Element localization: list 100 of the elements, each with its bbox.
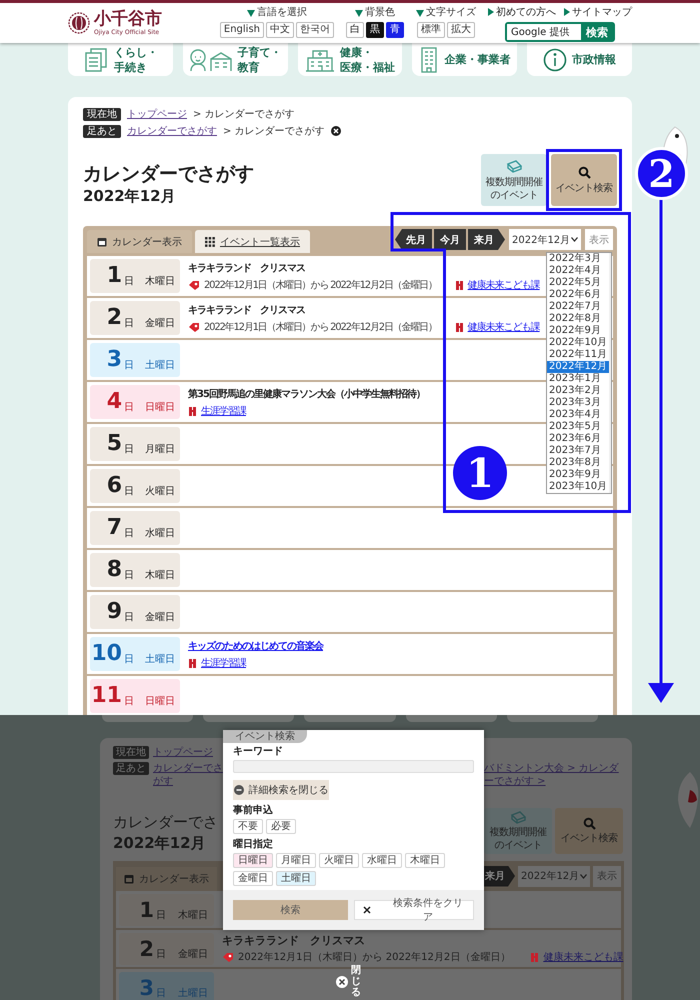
multi-period-events-button[interactable]: 複数期間開催のイベント <box>481 154 547 206</box>
calendar-icon <box>124 874 134 884</box>
weekday-label: 金曜日 <box>145 318 175 330</box>
month-option[interactable]: 2022年6月 <box>547 289 610 301</box>
month-option[interactable]: 2023年9月 <box>547 469 610 481</box>
weekday-label: 土曜日 <box>145 654 175 666</box>
department-link[interactable]: 健康未来こども課 <box>468 278 540 292</box>
month-option[interactable]: 2023年7月 <box>547 445 610 457</box>
department-link[interactable]: 生涯学習課 <box>201 404 246 418</box>
breadcrumb-label: 現在地 <box>113 746 149 759</box>
weekday-label: 土曜日 <box>178 988 208 1000</box>
close-button[interactable]: 閉じる <box>336 965 361 998</box>
search-button[interactable]: 検索 <box>581 24 613 40</box>
day-number: 2 <box>138 938 154 960</box>
month-option[interactable]: 2023年2月 <box>547 385 610 397</box>
day-unit: 日 <box>124 444 134 456</box>
event-period: 2022年12月1日（木曜日）から 2022年12月2日（金曜日） <box>204 320 437 334</box>
menu-card[interactable]: 健康・ 医療・福祉 <box>298 43 402 76</box>
event-link[interactable]: キッズのためのはじめての音楽会 <box>188 638 323 652</box>
day-number: 7 <box>106 516 122 540</box>
keyword-field[interactable] <box>233 760 474 773</box>
weekday-button[interactable]: 水曜日 <box>362 853 402 868</box>
triangle-icon <box>355 10 363 16</box>
view-tab[interactable]: カレンダー表示 <box>87 230 192 253</box>
day-unit: 日 <box>124 696 134 708</box>
option-button[interactable]: 必要 <box>266 819 296 834</box>
close-icon <box>336 976 348 988</box>
menu-card[interactable]: 企業・事業者 <box>412 43 518 76</box>
view-tab[interactable]: イベント一覧表示 <box>195 230 310 253</box>
weekday-button[interactable]: 月曜日 <box>276 853 316 868</box>
breadcrumb-link[interactable]: カレンダーでさがす <box>127 124 217 138</box>
background-color-button[interactable]: 黒 <box>366 22 384 38</box>
option-button[interactable]: 不要 <box>233 819 263 834</box>
detail-toggle-button[interactable]: 詳細検索を閉じる <box>233 780 329 800</box>
day-number: 1 <box>138 898 154 922</box>
breadcrumb-current: > カレンダーでさがす <box>193 108 295 121</box>
show-button[interactable]: 表示 <box>585 229 613 250</box>
month-option[interactable]: 2022年10月 <box>547 337 610 349</box>
month-select[interactable]: 2022年12月 <box>509 229 581 250</box>
event-title: 第35回野馬追の里健康マラソン大会（小中学生無料招待） <box>188 388 425 400</box>
day-number: 3 <box>138 976 154 1000</box>
month-option[interactable]: 2022年8月 <box>547 313 610 325</box>
menu-card[interactable]: 市政情報 <box>527 43 632 76</box>
department-link[interactable]: 生涯学習課 <box>201 656 246 670</box>
search-field[interactable]: Google 提供 検索 <box>505 22 615 42</box>
current-month-button[interactable]: 今月 <box>434 229 466 250</box>
weekday-label: 金曜日 <box>145 612 175 624</box>
event-search-button[interactable]: イベント検索 <box>551 154 617 206</box>
triangle-icon <box>488 8 494 16</box>
day-number: 1 <box>106 264 122 288</box>
month-option[interactable]: 2022年3月 <box>547 253 610 265</box>
weekday-button[interactable]: 火曜日 <box>319 853 359 868</box>
month-option[interactable]: 2022年11月 <box>547 349 610 361</box>
menu-card[interactable]: 子育て・ 教育 <box>182 43 288 76</box>
previous-month-button[interactable]: 先月 <box>395 229 432 250</box>
header-link[interactable]: サイトマップ <box>572 5 632 19</box>
weekday-button[interactable]: 土曜日 <box>276 871 316 886</box>
month-option[interactable]: 2023年4月 <box>547 409 610 421</box>
menu-label: 手続き <box>114 60 148 74</box>
day-unit: 日 <box>124 360 134 372</box>
next-month-button[interactable]: 来月 <box>468 229 505 250</box>
font-size-button[interactable]: 標準 <box>417 22 445 38</box>
month-option[interactable]: 2023年1月 <box>547 373 610 385</box>
day-unit: 日 <box>124 570 134 582</box>
month-option[interactable]: 2022年12月 <box>547 361 610 373</box>
language-button[interactable]: English <box>220 22 264 38</box>
weekday-label: 日曜日 <box>145 402 175 414</box>
header-link[interactable]: 初めての方へ <box>496 5 556 19</box>
page-title: カレンダーでさがす <box>83 162 254 186</box>
language-button[interactable]: 中文 <box>266 22 294 38</box>
month-option[interactable]: 2023年3月 <box>547 397 610 409</box>
menu-card[interactable]: くらし・ 手続き <box>68 43 173 76</box>
month-option[interactable]: 2023年5月 <box>547 421 610 433</box>
weekday-button[interactable]: 日曜日 <box>233 853 273 868</box>
next-month-button[interactable]: 来月 <box>481 866 515 886</box>
day-number: 8 <box>106 558 122 582</box>
month-option[interactable]: 2022年5月 <box>547 277 610 289</box>
month-option[interactable]: 2023年6月 <box>547 433 610 445</box>
month-option[interactable]: 2023年8月 <box>547 457 610 469</box>
font-size-button[interactable]: 拡大 <box>447 22 475 38</box>
weekday-button[interactable]: 金曜日 <box>233 871 273 886</box>
background-color-button[interactable]: 白 <box>346 22 364 38</box>
month-option[interactable]: 2023年10月 <box>547 481 610 493</box>
search-button[interactable]: 検索 <box>233 900 348 920</box>
page-title: カレンダーでさ <box>113 812 219 832</box>
day-number: 6 <box>106 474 122 498</box>
triangle-icon <box>246 10 255 16</box>
setting-label: 言語を選択 <box>256 7 307 19</box>
month-option[interactable]: 2022年7月 <box>547 301 610 313</box>
background-color-button[interactable]: 青 <box>386 22 404 38</box>
department-link[interactable]: 健康未来こども課 <box>468 320 540 334</box>
language-button[interactable]: 한국어 <box>296 22 334 38</box>
month-option[interactable]: 2022年4月 <box>547 265 610 277</box>
event-title: キラキラランド クリスマス <box>222 933 366 948</box>
clear-button[interactable]: 検索条件をクリア <box>354 900 474 920</box>
breadcrumb-link[interactable]: トップページ <box>127 107 187 121</box>
weekday-button[interactable]: 木曜日 <box>405 853 445 868</box>
month-option[interactable]: 2022年9月 <box>547 325 610 337</box>
weekday-label: 水曜日 <box>145 528 175 540</box>
caret-icon <box>571 237 578 242</box>
